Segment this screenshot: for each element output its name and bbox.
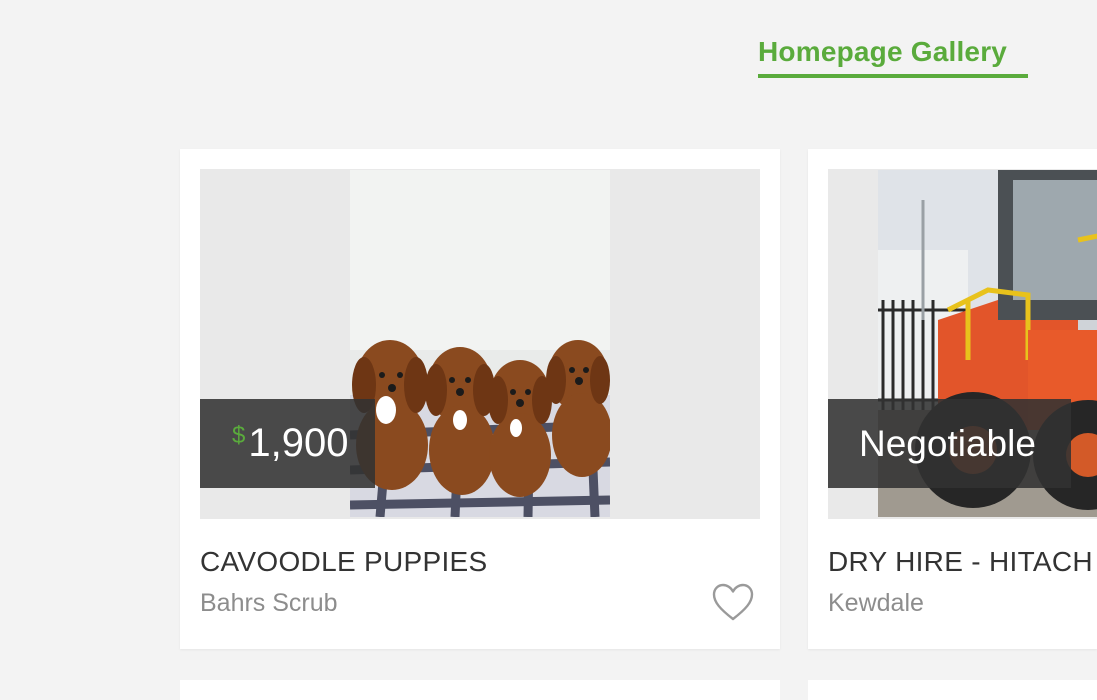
listing-image-frame[interactable]: Negotiable bbox=[828, 169, 1097, 519]
heart-outline-icon[interactable] bbox=[712, 583, 754, 623]
homepage-gallery-link[interactable]: Homepage Gallery bbox=[758, 36, 1007, 68]
listing-title[interactable]: CAVOODLE PUPPIES bbox=[200, 546, 487, 578]
listing-card-next-row[interactable] bbox=[808, 680, 1097, 700]
price-tag: $ 1,900 bbox=[200, 399, 375, 488]
puppies-photo bbox=[350, 170, 610, 517]
listing-image-frame[interactable]: $ 1,900 bbox=[200, 169, 760, 519]
price-tag: Negotiable bbox=[828, 399, 1071, 488]
listing-card-dry-hire[interactable]: Negotiable DRY HIRE - HITACH Kewdale bbox=[808, 149, 1097, 649]
price-amount: 1,900 bbox=[248, 421, 349, 465]
listing-card-cavoodle[interactable]: $ 1,900 CAVOODLE PUPPIES Bahrs Scrub bbox=[180, 149, 780, 649]
listing-location: Kewdale bbox=[828, 589, 924, 617]
currency-symbol: $ bbox=[232, 421, 246, 449]
listing-location: Bahrs Scrub bbox=[200, 589, 338, 617]
price-text: Negotiable bbox=[859, 422, 1036, 464]
gallery-underline bbox=[758, 74, 1028, 78]
listing-card-next-row[interactable] bbox=[180, 680, 780, 700]
listing-title[interactable]: DRY HIRE - HITACH bbox=[828, 546, 1093, 578]
